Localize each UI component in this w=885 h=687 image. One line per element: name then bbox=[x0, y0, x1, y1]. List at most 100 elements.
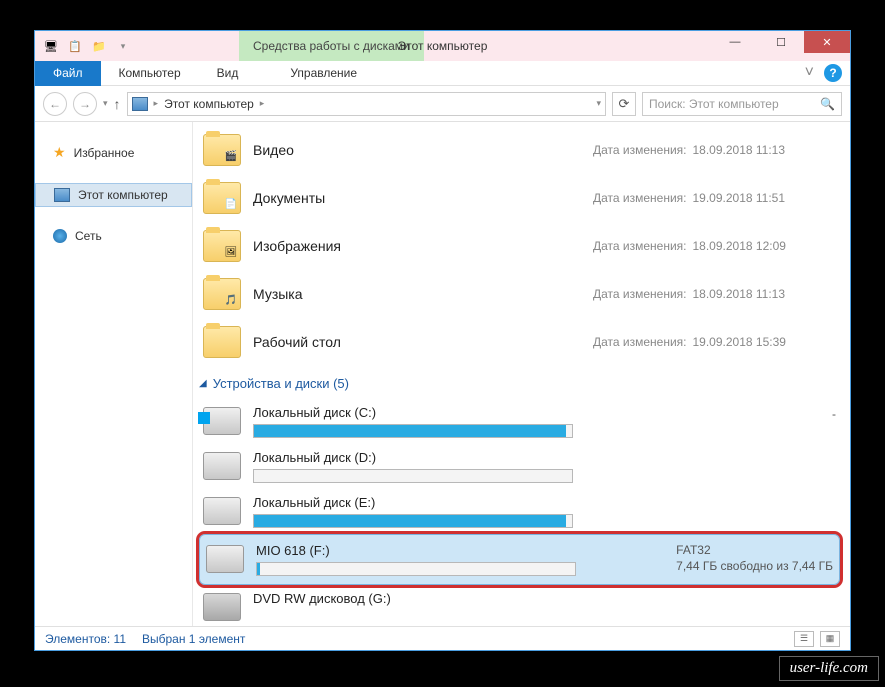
network-icon bbox=[53, 229, 67, 243]
folder-date-label: Дата изменения: bbox=[593, 191, 687, 205]
new-folder-icon[interactable]: 📁 bbox=[91, 38, 107, 54]
breadcrumb-segment[interactable]: Этот компьютер bbox=[164, 97, 254, 111]
chevron-right-icon[interactable]: ▸ bbox=[154, 98, 159, 109]
folder-row[interactable]: 📄 Документы Дата изменения: 19.09.2018 1… bbox=[199, 174, 840, 222]
search-input[interactable]: Поиск: Этот компьютер 🔍 bbox=[642, 92, 842, 116]
up-button[interactable]: ↑ bbox=[114, 96, 121, 112]
ribbon-tab-view[interactable]: Вид bbox=[199, 61, 257, 86]
folder-icon: 🖼 bbox=[203, 230, 241, 262]
drive-row[interactable]: Локальный диск (E:) bbox=[199, 489, 840, 534]
folder-icon: 🎬 bbox=[203, 134, 241, 166]
drive-info: MIO 618 (F:) bbox=[256, 543, 664, 576]
window-title: Этот компьютер bbox=[398, 39, 488, 53]
sidebar-label: Избранное bbox=[74, 146, 135, 160]
drive-usage-bar bbox=[253, 424, 573, 438]
view-icons-button[interactable]: ▦ bbox=[820, 631, 840, 647]
sidebar-network[interactable]: Сеть bbox=[35, 225, 192, 247]
address-dropdown-icon[interactable]: ▾ bbox=[596, 98, 601, 109]
folder-name: Документы bbox=[253, 190, 593, 206]
back-button[interactable]: ← bbox=[43, 92, 67, 116]
drive-details: FAT32 7,44 ГБ свободно из 7,44 ГБ bbox=[676, 543, 833, 575]
folder-date-value: 18.09.2018 11:13 bbox=[693, 287, 786, 301]
folder-row[interactable]: 🖼 Изображения Дата изменения: 18.09.2018… bbox=[199, 222, 840, 270]
drive-name: DVD RW дисковод (G:) bbox=[253, 591, 824, 606]
drive-info: DVD RW дисковод (G:) bbox=[253, 591, 824, 610]
folder-icon: 📄 bbox=[203, 182, 241, 214]
drive-icon bbox=[203, 407, 241, 435]
content-pane: 🎬 Видео Дата изменения: 18.09.2018 11:13… bbox=[193, 122, 850, 626]
pc-icon bbox=[132, 97, 148, 111]
folder-date-label: Дата изменения: bbox=[593, 143, 687, 157]
drive-icon bbox=[203, 593, 241, 621]
recent-dropdown-icon[interactable]: ▾ bbox=[103, 98, 108, 109]
help-icon[interactable]: ? bbox=[824, 64, 842, 82]
chevron-right-icon[interactable]: ▸ bbox=[260, 98, 265, 109]
address-bar-row: ← → ▾ ↑ ▸ Этот компьютер ▸ ▾ ⟳ Поиск: Эт… bbox=[35, 86, 850, 122]
drive-icon bbox=[206, 545, 244, 573]
contextual-tab-drives[interactable]: Средства работы с дисками bbox=[239, 31, 424, 61]
folder-date-value: 18.09.2018 11:13 bbox=[693, 143, 786, 157]
collapse-icon[interactable]: ◢ bbox=[199, 378, 207, 389]
maximize-button[interactable]: ☐ bbox=[758, 31, 804, 53]
forward-button[interactable]: → bbox=[73, 92, 97, 116]
sidebar-this-pc[interactable]: Этот компьютер bbox=[35, 183, 192, 207]
drive-row[interactable]: DVD RW дисковод (G:) bbox=[199, 585, 840, 626]
drive-usage-bar bbox=[253, 469, 573, 483]
search-icon: 🔍 bbox=[820, 97, 835, 111]
folder-row[interactable]: Рабочий стол Дата изменения: 19.09.2018 … bbox=[199, 318, 840, 366]
ribbon-tab-computer[interactable]: Компьютер bbox=[101, 61, 199, 86]
group-header-devices[interactable]: ◢ Устройства и диски (5) bbox=[199, 366, 840, 399]
pc-icon bbox=[54, 188, 70, 202]
drive-name: MIO 618 (F:) bbox=[256, 543, 664, 558]
drive-name: Локальный диск (D:) bbox=[253, 450, 824, 465]
drive-icon bbox=[203, 497, 241, 525]
titlebar: 🖥 📋 📁 ▾ Средства работы с дисками Этот к… bbox=[35, 31, 850, 61]
drive-info: Локальный диск (D:) bbox=[253, 450, 824, 483]
folder-date-value: 19.09.2018 15:39 bbox=[693, 335, 786, 349]
drive-row[interactable]: MIO 618 (F:) FAT32 7,44 ГБ свободно из 7… bbox=[199, 534, 840, 585]
drive-details: - bbox=[832, 405, 836, 423]
folder-name: Музыка bbox=[253, 286, 593, 302]
file-menu[interactable]: Файл bbox=[35, 61, 101, 86]
sidebar-label: Этот компьютер bbox=[78, 188, 168, 202]
qat-dropdown-icon[interactable]: ▾ bbox=[115, 38, 131, 54]
star-icon: ★ bbox=[53, 144, 66, 161]
drive-name: Локальный диск (C:) bbox=[253, 405, 820, 420]
address-bar[interactable]: ▸ Этот компьютер ▸ ▾ bbox=[127, 92, 606, 116]
folder-overlay-icon: 🖼 bbox=[224, 245, 238, 259]
drive-free-space: - bbox=[832, 407, 836, 421]
folder-overlay-icon: 🎬 bbox=[224, 149, 238, 163]
properties-icon[interactable]: 📋 bbox=[67, 38, 83, 54]
drive-usage-bar bbox=[253, 514, 573, 528]
drive-row[interactable]: Локальный диск (C:) - bbox=[199, 399, 840, 444]
ribbon-tab-manage[interactable]: Управление bbox=[272, 61, 375, 86]
folder-icon: 🎵 bbox=[203, 278, 241, 310]
folder-date-label: Дата изменения: bbox=[593, 287, 687, 301]
status-item-count: Элементов: 11 bbox=[45, 632, 126, 646]
folder-name: Рабочий стол bbox=[253, 334, 593, 350]
folder-date-value: 18.09.2018 12:09 bbox=[693, 239, 786, 253]
drive-icon bbox=[203, 452, 241, 480]
view-details-button[interactable]: ☰ bbox=[794, 631, 814, 647]
folder-date-label: Дата изменения: bbox=[593, 335, 687, 349]
drive-info: Локальный диск (E:) bbox=[253, 495, 824, 528]
sidebar-favorites[interactable]: ★ Избранное bbox=[35, 140, 192, 165]
explorer-window: 🖥 📋 📁 ▾ Средства работы с дисками Этот к… bbox=[34, 30, 851, 651]
ribbon-expand-icon[interactable]: ˅ bbox=[805, 64, 814, 82]
folder-row[interactable]: 🎵 Музыка Дата изменения: 18.09.2018 11:1… bbox=[199, 270, 840, 318]
explorer-body: ★ Избранное Этот компьютер Сеть 🎬 Видео … bbox=[35, 122, 850, 626]
folder-icon bbox=[203, 326, 241, 358]
status-selection: Выбран 1 элемент bbox=[142, 632, 245, 646]
ribbon: Файл Компьютер Вид Управление ˅ ? bbox=[35, 61, 850, 86]
folder-row[interactable]: 🎬 Видео Дата изменения: 18.09.2018 11:13 bbox=[199, 126, 840, 174]
drive-row[interactable]: Локальный диск (D:) bbox=[199, 444, 840, 489]
refresh-button[interactable]: ⟳ bbox=[612, 92, 636, 116]
minimize-button[interactable]: — bbox=[712, 31, 758, 53]
close-button[interactable]: ✕ bbox=[804, 31, 850, 53]
watermark: user-life.com bbox=[779, 656, 879, 681]
group-header-label: Устройства и диски (5) bbox=[213, 376, 349, 391]
drive-name: Локальный диск (E:) bbox=[253, 495, 824, 510]
quick-access-toolbar: 🖥 📋 📁 ▾ bbox=[35, 38, 131, 54]
drive-free-space: 7,44 ГБ свободно из 7,44 ГБ bbox=[676, 559, 833, 573]
drive-info: Локальный диск (C:) bbox=[253, 405, 820, 438]
